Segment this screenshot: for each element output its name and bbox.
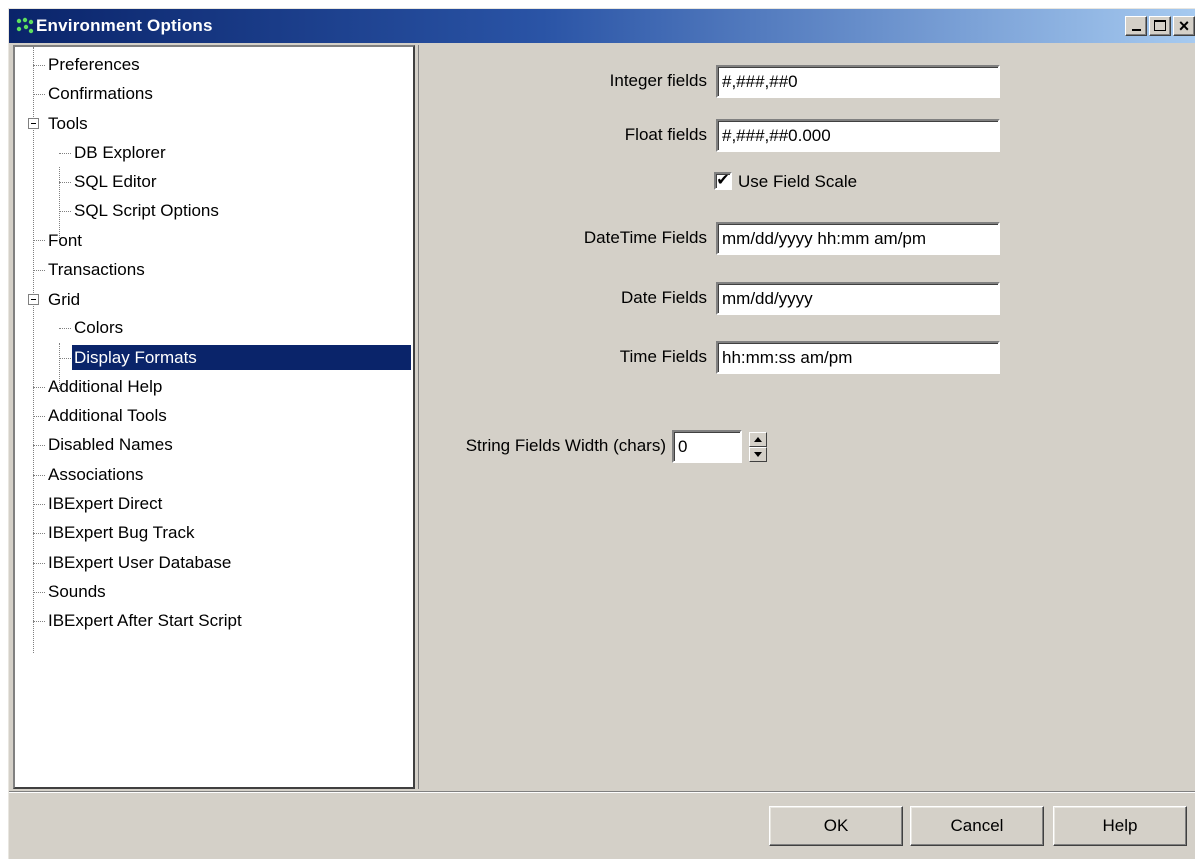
tree-item-confirmations[interactable]: Confirmations — [46, 81, 155, 106]
tree-item-sql-script-options[interactable]: SQL Script Options — [72, 198, 221, 223]
options-tree[interactable]: Preferences Confirmations Tools DB Explo… — [13, 45, 415, 789]
cancel-button[interactable]: Cancel — [910, 806, 1044, 846]
string-fields-width-input[interactable]: 0 — [672, 430, 742, 463]
arrow-up-icon — [754, 437, 762, 442]
tree-item-preferences[interactable]: Preferences — [46, 52, 142, 77]
time-fields-input[interactable]: hh:mm:ss am/pm — [716, 341, 1000, 374]
tree-item-disabled-names[interactable]: Disabled Names — [46, 432, 175, 457]
title-bar[interactable]: Environment Options × — [9, 9, 1195, 43]
use-field-scale-checkbox[interactable]: ✔ — [714, 172, 732, 190]
close-icon: × — [1178, 16, 1190, 36]
datetime-fields-input[interactable]: mm/dd/yyyy hh:mm am/pm — [716, 222, 1000, 255]
tree-item-additional-tools[interactable]: Additional Tools — [46, 403, 169, 428]
tree-item-tools[interactable]: Tools — [46, 111, 90, 136]
tree-item-transactions[interactable]: Transactions — [46, 257, 147, 282]
tree-item-colors[interactable]: Colors — [72, 315, 125, 340]
tree-item-ibexpert-user-database[interactable]: IBExpert User Database — [46, 550, 233, 575]
help-button[interactable]: Help — [1053, 806, 1187, 846]
tree-item-sounds[interactable]: Sounds — [46, 579, 108, 604]
tree-item-db-explorer[interactable]: DB Explorer — [72, 140, 168, 165]
time-fields-label: Time Fields — [619, 347, 707, 366]
close-button[interactable]: × — [1173, 16, 1195, 36]
date-fields-label: Date Fields — [621, 288, 707, 307]
use-field-scale-label[interactable]: Use Field Scale — [738, 172, 857, 192]
grid-collapse-icon[interactable] — [28, 294, 39, 305]
string-fields-width-label: String Fields Width (chars) — [465, 436, 666, 455]
minimize-button[interactable] — [1125, 16, 1147, 36]
arrow-down-icon — [754, 452, 762, 457]
maximize-icon — [1154, 20, 1166, 31]
ok-button[interactable]: OK — [769, 806, 903, 846]
environment-options-window: Environment Options × Preferences Confir… — [8, 8, 1195, 859]
tree-item-grid[interactable]: Grid — [46, 287, 82, 312]
app-icon — [16, 17, 34, 34]
float-fields-input[interactable]: #,###,##0.000 — [716, 119, 1000, 152]
string-width-spinner[interactable] — [749, 432, 767, 463]
minimize-icon — [1132, 29, 1141, 31]
tree-item-ibexpert-after-start-script[interactable]: IBExpert After Start Script — [46, 608, 244, 633]
datetime-fields-label: DateTime Fields — [583, 228, 707, 247]
date-fields-input[interactable]: mm/dd/yyyy — [716, 282, 1000, 315]
tree-item-sql-editor[interactable]: SQL Editor — [72, 169, 159, 194]
window-title: Environment Options — [36, 16, 213, 35]
float-fields-label: Float fields — [624, 125, 707, 144]
integer-fields-input[interactable]: #,###,##0 — [716, 65, 1000, 98]
tree-item-associations[interactable]: Associations — [46, 462, 145, 487]
spin-up-button[interactable] — [749, 432, 767, 447]
tree-item-additional-help[interactable]: Additional Help — [46, 374, 164, 399]
splitter[interactable] — [416, 45, 419, 789]
maximize-button[interactable] — [1149, 16, 1171, 36]
tree-item-display-formats[interactable]: Display Formats — [72, 345, 411, 370]
integer-fields-label: Integer fields — [609, 71, 707, 90]
tree-item-ibexpert-bug-track[interactable]: IBExpert Bug Track — [46, 520, 196, 545]
tree-item-ibexpert-direct[interactable]: IBExpert Direct — [46, 491, 164, 516]
spin-down-button[interactable] — [749, 447, 767, 462]
tree-item-font[interactable]: Font — [46, 228, 84, 253]
tools-collapse-icon[interactable] — [28, 118, 39, 129]
